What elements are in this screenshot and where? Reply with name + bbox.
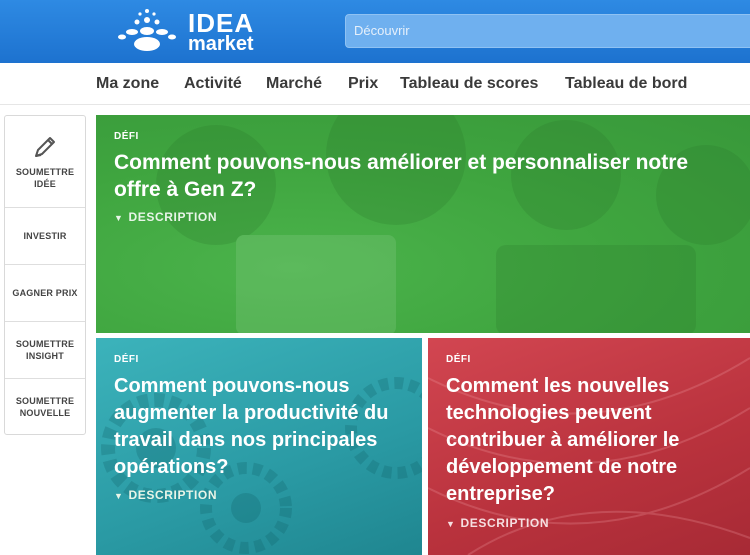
description-toggle[interactable]: ▼ DESCRIPTION — [114, 210, 217, 224]
invest-button[interactable]: INVESTIR — [5, 208, 85, 265]
card-title[interactable]: Comment pouvons-nous augmenter la produc… — [114, 373, 414, 481]
submit-insight-label-2: INSIGHT — [26, 351, 64, 361]
win-prize-label: GAGNER PRIX — [12, 288, 78, 298]
card-tag: DÉFI — [114, 354, 139, 365]
description-toggle[interactable]: ▼ DESCRIPTION — [114, 488, 217, 502]
nav-item-ma-zone[interactable]: Ma zone — [96, 75, 159, 93]
logo-text-market: market — [188, 33, 254, 55]
nav-item-prix[interactable]: Prix — [348, 75, 378, 93]
win-prize-button[interactable]: GAGNER PRIX — [5, 265, 85, 322]
main-nav: Ma zone Activité Marché Prix Tableau de … — [0, 63, 750, 105]
submit-news-label-2: NOUVELLE — [19, 407, 71, 418]
chevron-down-icon: ▼ — [114, 491, 124, 501]
submit-idea-label-2: IDÉE — [34, 178, 56, 189]
nav-item-tableau-de-scores[interactable]: Tableau de scores — [400, 75, 538, 93]
submit-news-button[interactable]: SOUMETTRE NOUVELLE — [5, 379, 85, 434]
logo-icon — [118, 9, 176, 51]
card-title[interactable]: Comment les nouvelles technologies peuve… — [446, 373, 741, 508]
action-sidebar: SOUMETTRE IDÉE INVESTIR GAGNER PRIX SOUM… — [4, 115, 86, 435]
submit-idea-label-1: SOUMETTRE — [15, 166, 75, 177]
search-input[interactable]: Découvrir — [345, 14, 750, 48]
submit-insight-button[interactable]: SOUMETTRE INSIGHT — [5, 322, 85, 379]
challenge-card-productivity[interactable]: DÉFI Comment pouvons-nous augmenter la p… — [96, 338, 422, 555]
nav-item-tableau-de-bord[interactable]: Tableau de bord — [565, 75, 687, 93]
submit-idea-button[interactable]: SOUMETTRE IDÉE — [5, 116, 85, 208]
top-bar: IDEA market Découvrir — [0, 0, 750, 63]
submit-insight-label-1: SOUMETTRE — [15, 339, 75, 349]
description-label: DESCRIPTION — [460, 516, 550, 530]
invest-label: INVESTIR — [23, 231, 67, 241]
logo[interactable]: IDEA market — [112, 6, 282, 56]
submit-news-label-1: SOUMETTRE — [15, 395, 75, 406]
chevron-down-icon: ▼ — [446, 519, 456, 529]
card-title[interactable]: Comment pouvons-nous améliorer et person… — [114, 149, 714, 203]
description-toggle[interactable]: ▼ DESCRIPTION — [446, 516, 549, 530]
nav-item-marche[interactable]: Marché — [266, 75, 322, 93]
card-tag: DÉFI — [114, 131, 139, 142]
challenge-card-technology[interactable]: DÉFI Comment les nouvelles technologies … — [428, 338, 750, 555]
description-label: DESCRIPTION — [128, 488, 218, 502]
card-tag: DÉFI — [446, 354, 471, 365]
chevron-down-icon: ▼ — [114, 213, 124, 223]
card-background-image — [156, 115, 750, 333]
description-label: DESCRIPTION — [128, 210, 218, 224]
pencil-icon — [35, 136, 55, 157]
nav-item-activite[interactable]: Activité — [184, 75, 242, 93]
challenge-card-gen-z[interactable]: DÉFI Comment pouvons-nous améliorer et p… — [96, 115, 750, 333]
